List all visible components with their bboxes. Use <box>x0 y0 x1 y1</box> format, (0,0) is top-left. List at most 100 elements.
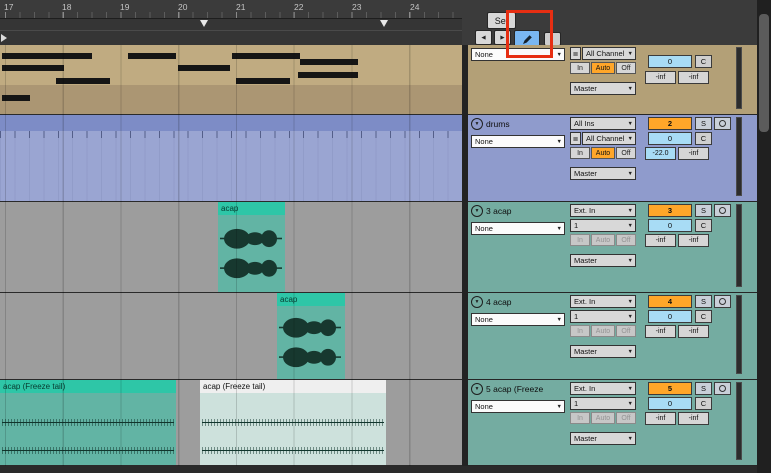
volume-value[interactable]: 0 <box>648 219 692 232</box>
fold-track-icon[interactable]: ▼ <box>471 205 483 217</box>
monitor-in-button[interactable]: In <box>570 62 590 74</box>
monitor-in-button[interactable]: In <box>570 147 590 159</box>
volume-value[interactable]: 0 <box>648 132 692 145</box>
input-type-select[interactable]: All Ins ▼ <box>570 117 636 130</box>
clip-title[interactable]: acap <box>277 293 345 306</box>
monitor-auto-button[interactable]: Auto <box>591 412 615 424</box>
input-type-select[interactable]: Ext. In ▼ <box>570 295 636 308</box>
solo-button[interactable]: S <box>695 295 712 308</box>
beat-time-ruler[interactable]: 17 18 19 20 21 22 23 24 <box>0 0 462 19</box>
fold-track-icon[interactable]: ▼ <box>471 296 483 308</box>
pan-value[interactable]: C <box>695 132 712 145</box>
midi-note[interactable] <box>300 59 358 65</box>
track-title-row[interactable]: ▼ 4 acap <box>471 295 566 308</box>
input-type-select[interactable]: Ext. In ▼ <box>570 382 636 395</box>
scrub-area[interactable] <box>0 19 462 45</box>
arrangement-track-drums[interactable] <box>0 115 462 202</box>
input-channel-select[interactable]: 1 ▼ <box>570 310 636 323</box>
monitor-in-button[interactable]: In <box>570 412 590 424</box>
monitor-off-button[interactable]: Off <box>616 412 636 424</box>
solo-button[interactable]: S <box>695 382 712 395</box>
audio-clip[interactable]: acap <box>277 293 345 379</box>
midi-note[interactable] <box>56 78 110 84</box>
prev-locator-button[interactable]: ◀ <box>475 30 492 45</box>
track-header-5acap[interactable]: ▼ 5 acap (Freeze None ▼ Ext. In ▼ 1 ▼ In… <box>468 380 757 466</box>
midi-note[interactable] <box>2 95 30 101</box>
clip-title[interactable]: acap (Freeze tail) <box>200 380 386 393</box>
clip-body[interactable] <box>200 393 386 465</box>
input-channel-select[interactable]: 1 ▼ <box>570 397 636 410</box>
pan-value[interactable]: C <box>695 397 712 410</box>
audio-clip-selected[interactable]: acap (Freeze tail) <box>200 380 386 465</box>
arm-button[interactable] <box>714 382 731 395</box>
output-select[interactable]: Master ▼ <box>570 167 636 180</box>
arm-button[interactable] <box>714 117 731 130</box>
clip-title-band[interactable] <box>0 115 462 131</box>
monitor-auto-button[interactable]: Auto <box>591 234 615 246</box>
arm-button[interactable] <box>714 295 731 308</box>
midi-note[interactable] <box>298 72 358 78</box>
clip-body[interactable] <box>277 306 345 379</box>
track-header-3acap[interactable]: ▼ 3 acap None ▼ Ext. In ▼ 1 ▼ In Auto Of… <box>468 202 757 293</box>
monitor-auto-button[interactable]: Auto <box>591 325 615 337</box>
scrollbar-handle[interactable] <box>759 14 769 132</box>
output-select[interactable]: Master ▼ <box>570 82 636 95</box>
track-header-4acap[interactable]: ▼ 4 acap None ▼ Ext. In ▼ 1 ▼ In Auto Of… <box>468 293 757 380</box>
monitor-auto-button[interactable]: Auto <box>591 62 615 74</box>
track-title-row[interactable]: ▼ 3 acap <box>471 204 566 217</box>
fold-track-icon[interactable]: ▼ <box>471 118 483 130</box>
monitor-auto-button[interactable]: Auto <box>591 147 615 159</box>
locator-marker-icon[interactable] <box>380 20 388 27</box>
midi-note[interactable] <box>2 65 64 71</box>
clip-body[interactable] <box>0 393 176 465</box>
arrangement-track-3acap[interactable]: acap <box>0 202 462 293</box>
monitor-off-button[interactable]: Off <box>616 234 636 246</box>
vertical-scrollbar[interactable] <box>757 0 771 473</box>
track-number-badge[interactable]: 5 <box>648 382 692 395</box>
arm-button[interactable] <box>714 204 731 217</box>
monitor-off-button[interactable]: Off <box>616 147 636 159</box>
input-channel-select[interactable]: All Channel ▼ <box>582 132 636 145</box>
audio-clip[interactable]: acap <box>218 202 285 292</box>
track-number-badge[interactable]: 4 <box>648 295 692 308</box>
pan-value[interactable]: C <box>695 55 712 68</box>
locator-marker-icon[interactable] <box>200 20 208 27</box>
track-title-row[interactable]: ▼ drums <box>471 117 566 130</box>
track-number-badge[interactable]: 2 <box>648 117 692 130</box>
arrangement-track-midi[interactable] <box>0 45 462 115</box>
device-chooser-select[interactable]: None ▼ <box>471 313 565 326</box>
volume-value[interactable]: 0 <box>648 397 692 410</box>
volume-value[interactable]: 0 <box>648 55 692 68</box>
audio-clip[interactable]: acap (Freeze tail) <box>0 380 176 465</box>
clip-title[interactable]: acap <box>218 202 285 215</box>
track-header-drums[interactable]: ▼ drums None ▼ All Ins ▼ ≣ All Channel ▼… <box>468 115 757 202</box>
midi-note[interactable] <box>232 53 300 59</box>
monitor-in-button[interactable]: In <box>570 234 590 246</box>
arrangement-start-marker-icon[interactable] <box>1 34 7 42</box>
device-chooser-select[interactable]: None ▼ <box>471 400 565 413</box>
track-title-row[interactable]: ▼ 5 acap (Freeze <box>471 382 566 395</box>
input-type-select[interactable]: Ext. In ▼ <box>570 204 636 217</box>
midi-notes-layer[interactable] <box>0 45 462 114</box>
pan-value[interactable]: C <box>695 219 712 232</box>
output-level-left[interactable]: -22.0 <box>645 147 676 160</box>
arrangement-track-4acap[interactable]: acap <box>0 293 462 380</box>
monitor-off-button[interactable]: Off <box>616 62 636 74</box>
output-select[interactable]: Master ▼ <box>570 345 636 358</box>
fold-track-icon[interactable]: ▼ <box>471 383 483 395</box>
midi-note[interactable] <box>178 65 230 71</box>
midi-note[interactable] <box>128 53 176 59</box>
midi-note[interactable] <box>236 78 290 84</box>
device-chooser-select[interactable]: None ▼ <box>471 222 565 235</box>
solo-button[interactable]: S <box>695 117 712 130</box>
monitor-off-button[interactable]: Off <box>616 325 636 337</box>
monitor-in-button[interactable]: In <box>570 325 590 337</box>
output-select[interactable]: Master ▼ <box>570 432 636 445</box>
solo-button[interactable]: S <box>695 204 712 217</box>
pan-value[interactable]: C <box>695 310 712 323</box>
clip-body[interactable] <box>218 215 285 292</box>
input-channel-select[interactable]: 1 ▼ <box>570 219 636 232</box>
output-select[interactable]: Master ▼ <box>570 254 636 267</box>
midi-note[interactable] <box>2 53 92 59</box>
device-chooser-select[interactable]: None ▼ <box>471 135 565 148</box>
